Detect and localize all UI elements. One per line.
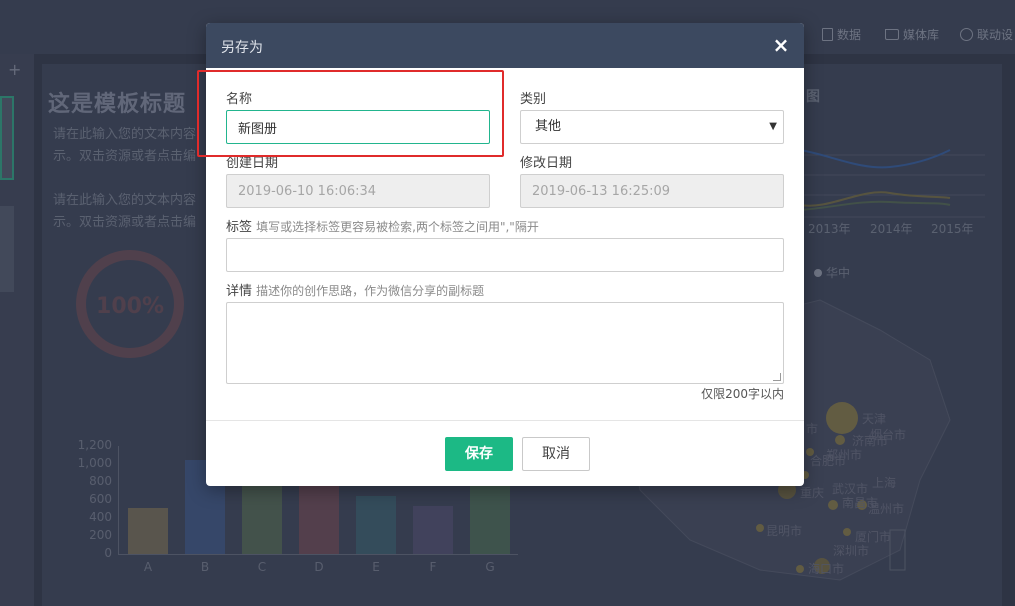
footer-divider [206, 420, 804, 421]
category-selected-value: 其他 [535, 119, 562, 134]
category-select[interactable]: 其他 ▼ [520, 110, 784, 144]
tags-hint: 填写或选择标签更容易被检索,两个标签之间用","隔开 [256, 220, 539, 234]
resize-handle-icon[interactable] [773, 373, 781, 381]
dialog-header: 另存为 × [206, 23, 804, 68]
details-textarea[interactable] [226, 302, 784, 384]
save-button[interactable]: 保存 [445, 437, 513, 471]
created-date-label: 创建日期 [226, 156, 279, 171]
name-label: 名称 [226, 92, 253, 107]
char-limit-note: 仅限200字以内 [701, 387, 784, 401]
tags-label: 标签 [226, 220, 253, 235]
modified-date-label: 修改日期 [520, 156, 573, 171]
category-label: 类别 [520, 92, 547, 107]
details-hint: 描述你的创作思路，作为微信分享的副标题 [256, 284, 485, 298]
modified-date-field [520, 174, 784, 208]
dialog-title: 另存为 [221, 40, 263, 56]
dropdown-arrow-icon: ▼ [769, 121, 777, 132]
details-label-row: 详情 描述你的创作思路，作为微信分享的副标题 [226, 280, 484, 299]
save-as-dialog: 另存为 × 名称 类别 其他 ▼ 创建日期 修改日期 标签 填写或选择标签更容易… [206, 23, 804, 486]
tags-label-row: 标签 填写或选择标签更容易被检索,两个标签之间用","隔开 [226, 216, 539, 235]
name-input[interactable] [226, 110, 490, 144]
tags-input[interactable] [226, 238, 784, 272]
cancel-button[interactable]: 取消 [522, 437, 590, 471]
details-label: 详情 [226, 284, 253, 299]
close-icon[interactable]: × [772, 35, 790, 55]
created-date-field [226, 174, 490, 208]
